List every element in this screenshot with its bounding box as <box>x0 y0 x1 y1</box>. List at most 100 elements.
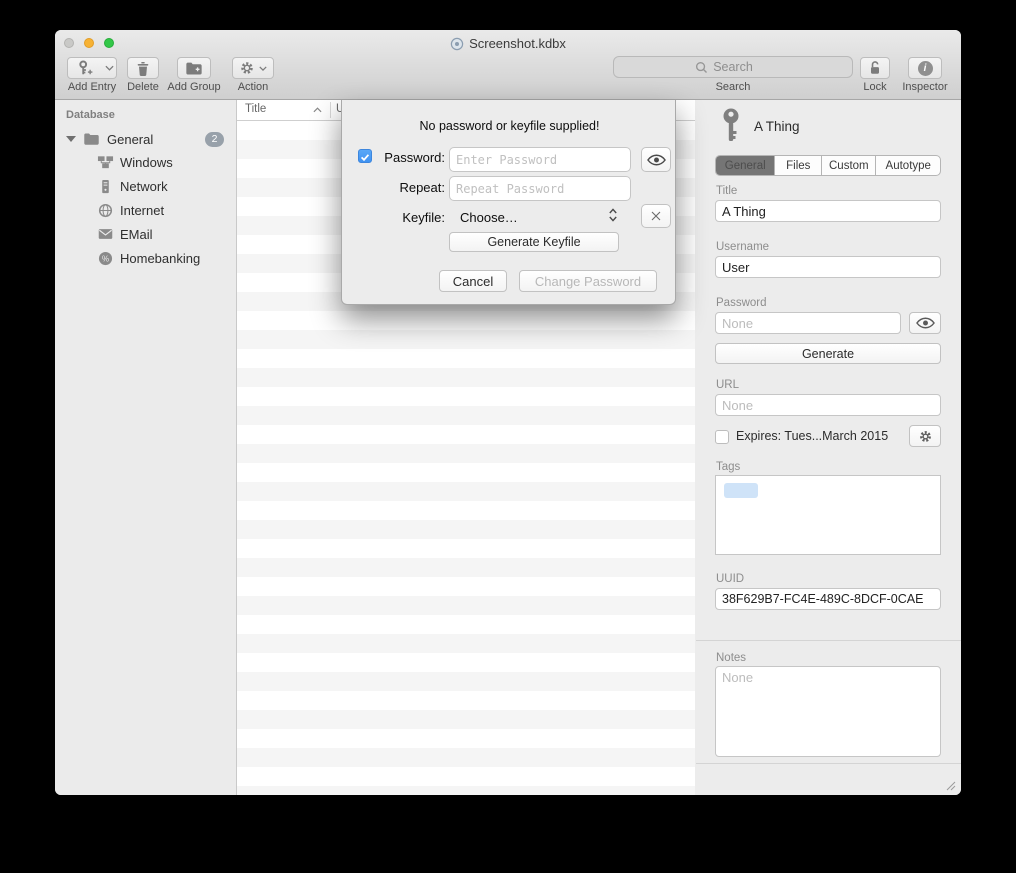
expires-checkbox[interactable] <box>715 430 729 444</box>
generate-keyfile-button[interactable]: Generate Keyfile <box>449 232 619 252</box>
column-divider[interactable] <box>330 102 331 118</box>
sidebar-item-internet[interactable]: Internet <box>55 199 237 221</box>
notes-label: Notes <box>716 652 746 664</box>
globe-icon <box>98 203 113 218</box>
inspector-label: Inspector <box>898 81 952 93</box>
desktop-background: Screenshot.kdbx Add Entry Delete Add Gro… <box>0 0 1016 873</box>
search-input[interactable] <box>613 56 853 78</box>
username-field[interactable] <box>715 256 941 278</box>
reveal-password-button[interactable] <box>909 312 941 334</box>
folder-plus-icon <box>185 61 203 76</box>
add-group-button[interactable] <box>177 57 211 79</box>
sidebar-item-email[interactable]: EMail <box>55 223 237 245</box>
show-password-button[interactable] <box>641 147 671 172</box>
enter-password-input[interactable] <box>449 147 631 172</box>
entry-title: A Thing <box>754 119 800 134</box>
uuid-field[interactable] <box>715 588 941 610</box>
cancel-button[interactable]: Cancel <box>439 270 507 292</box>
dialog-password-label: Password: <box>362 150 445 165</box>
sidebar-item-homebanking[interactable]: % Homebanking <box>55 247 237 269</box>
trash-icon <box>135 59 151 77</box>
window-title-row: Screenshot.kdbx <box>55 35 961 52</box>
expires-label: Expires: Tues...March 2015 <box>736 429 888 443</box>
entry-count-badge: 2 <box>205 132 224 147</box>
gear-icon <box>918 429 933 444</box>
search-label: Search <box>613 81 853 93</box>
add-entry-label: Add Entry <box>63 81 121 93</box>
delete-label: Delete <box>119 81 167 93</box>
key-plus-icon <box>76 59 94 77</box>
envelope-icon <box>98 228 113 240</box>
sidebar-item-windows[interactable]: Windows <box>55 151 237 173</box>
window-chrome: Screenshot.kdbx Add Entry Delete Add Gro… <box>55 30 961 100</box>
close-x-icon <box>650 210 662 222</box>
inspector-tabs: General Files Custom Autotype <box>715 155 941 176</box>
resize-grip[interactable] <box>946 781 956 791</box>
server-icon <box>98 179 113 194</box>
notes-field[interactable] <box>715 666 941 757</box>
popup-stepper-icon[interactable] <box>608 207 618 223</box>
dialog-repeat-label: Repeat: <box>362 180 445 195</box>
repeat-password-input[interactable] <box>449 176 631 201</box>
document-icon <box>450 37 464 51</box>
svg-text:%: % <box>102 254 109 263</box>
section-divider <box>696 640 961 641</box>
password-label: Password <box>716 297 767 309</box>
sidebar-item-label: EMail <box>120 227 153 242</box>
title-field[interactable] <box>715 200 941 222</box>
add-entry-button[interactable] <box>67 57 103 79</box>
chevron-down-icon <box>105 65 114 71</box>
change-password-dialog: No password or keyfile supplied! Passwor… <box>341 100 676 305</box>
search-icon <box>695 61 708 74</box>
tag-pill <box>724 483 758 498</box>
generate-password-button[interactable]: Generate <box>715 343 941 364</box>
tab-autotype[interactable]: Autotype <box>876 156 940 175</box>
window-title: Screenshot.kdbx <box>469 36 566 51</box>
lock-button[interactable] <box>860 57 890 79</box>
sidebar-item-general[interactable]: General 2 <box>55 128 237 150</box>
chevron-down-icon <box>259 66 267 71</box>
username-label: Username <box>716 241 769 253</box>
add-group-label: Add Group <box>164 81 224 93</box>
change-password-button[interactable]: Change Password <box>519 270 657 292</box>
add-entry-dropdown-button[interactable] <box>102 57 117 79</box>
url-field[interactable] <box>715 394 941 416</box>
dialog-message: No password or keyfile supplied! <box>342 119 677 133</box>
windows-icon <box>97 155 114 169</box>
column-header-title[interactable]: Title <box>245 103 266 115</box>
inspector-button[interactable]: i <box>908 57 942 79</box>
clear-keyfile-button[interactable] <box>641 204 671 228</box>
action-label: Action <box>232 81 274 93</box>
action-button[interactable] <box>232 57 274 79</box>
sidebar-item-network[interactable]: Network <box>55 175 237 197</box>
tab-custom[interactable]: Custom <box>822 156 876 175</box>
inspector-panel: A Thing General Files Custom Autotype Ti… <box>696 100 961 795</box>
disclosure-triangle-icon[interactable] <box>66 136 76 142</box>
tab-files[interactable]: Files <box>775 156 822 175</box>
tags-box[interactable] <box>715 475 941 555</box>
sidebar-item-label: Homebanking <box>120 251 200 266</box>
eye-icon <box>916 317 935 329</box>
unlocked-padlock-icon <box>867 60 883 76</box>
tags-label: Tags <box>716 461 740 473</box>
uuid-label: UUID <box>716 573 744 585</box>
password-field[interactable] <box>715 312 901 334</box>
lock-label: Lock <box>848 81 902 93</box>
folder-icon <box>83 132 100 146</box>
sort-ascending-icon <box>313 107 322 113</box>
url-label: URL <box>716 379 739 391</box>
info-icon: i <box>918 61 933 76</box>
gear-icon <box>239 60 255 76</box>
sidebar-item-label: Windows <box>120 155 173 170</box>
eye-icon <box>647 154 666 166</box>
delete-button[interactable] <box>127 57 159 79</box>
keyfile-popup-button[interactable]: Choose… <box>460 210 518 225</box>
sidebar-header: Database <box>66 109 115 121</box>
sidebar-item-label: Network <box>120 179 168 194</box>
dialog-keyfile-label: Keyfile: <box>362 210 445 225</box>
tab-general[interactable]: General <box>716 156 775 175</box>
section-divider <box>696 763 961 764</box>
expires-settings-button[interactable] <box>909 425 941 447</box>
percent-circle-icon: % <box>98 251 113 266</box>
title-label: Title <box>716 185 737 197</box>
